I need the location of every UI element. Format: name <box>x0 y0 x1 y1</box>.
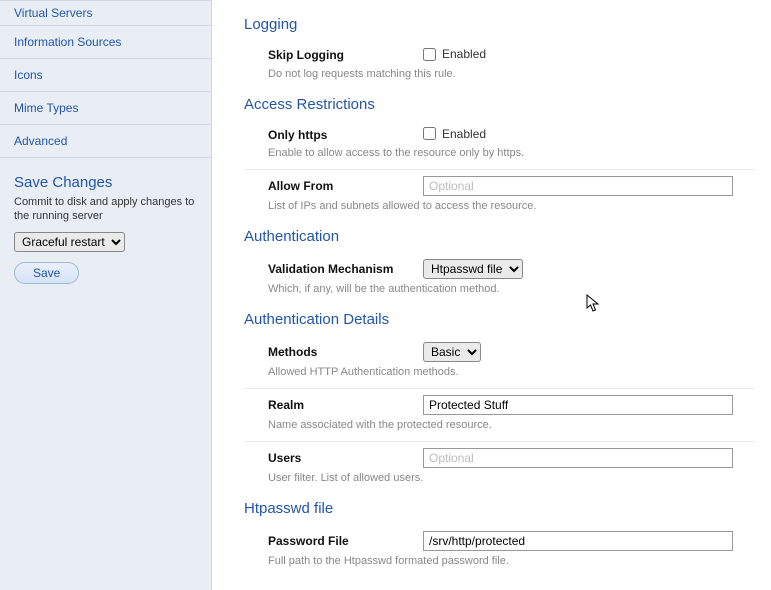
password-file-desc: Full path to the Htpasswd formated passw… <box>244 553 755 577</box>
skip-logging-desc: Do not log requests matching this rule. <box>244 66 755 90</box>
sidebar-link[interactable]: Advanced <box>14 134 67 148</box>
validation-mechanism-select[interactable]: Htpasswd file <box>423 259 523 279</box>
sidebar-item-advanced[interactable]: Advanced <box>0 125 211 158</box>
section-htpasswd: Htpasswd file <box>244 500 755 517</box>
sidebar-link[interactable]: Virtual Servers <box>14 6 92 20</box>
validation-mechanism-label: Validation Mechanism <box>268 262 423 276</box>
sidebar: Virtual Servers Information Sources Icon… <box>0 0 212 590</box>
methods-desc: Allowed HTTP Authentication methods. <box>244 364 755 388</box>
save-changes-block: Save Changes Commit to disk and apply ch… <box>0 158 211 298</box>
users-input[interactable] <box>423 448 733 468</box>
sidebar-item-virtual-servers[interactable]: Virtual Servers <box>0 0 211 26</box>
realm-desc: Name associated with the protected resou… <box>244 417 755 441</box>
allow-from-desc: List of IPs and subnets allowed to acces… <box>244 198 755 222</box>
allow-from-input[interactable] <box>423 176 733 196</box>
restart-mode-select[interactable]: Graceful restart <box>14 232 125 252</box>
only-https-checkbox[interactable] <box>423 127 436 140</box>
only-https-label: Only https <box>268 128 423 142</box>
skip-logging-checkbox[interactable] <box>423 48 436 61</box>
enabled-label: Enabled <box>442 47 486 61</box>
section-authentication: Authentication <box>244 228 755 245</box>
allow-from-label: Allow From <box>268 179 423 193</box>
methods-label: Methods <box>268 345 423 359</box>
only-https-desc: Enable to allow access to the resource o… <box>244 145 755 169</box>
sidebar-item-information-sources[interactable]: Information Sources <box>0 26 211 59</box>
section-auth-details: Authentication Details <box>244 311 755 328</box>
password-file-label: Password File <box>268 534 423 548</box>
section-logging: Logging <box>244 16 755 33</box>
realm-input[interactable] <box>423 395 733 415</box>
sidebar-link[interactable]: Mime Types <box>14 101 78 115</box>
enabled-label: Enabled <box>442 127 486 141</box>
skip-logging-label: Skip Logging <box>268 48 423 62</box>
sidebar-item-icons[interactable]: Icons <box>0 59 211 92</box>
main-content: Logging Skip Logging Enabled Do not log … <box>212 0 771 590</box>
users-desc: User filter. List of allowed users. <box>244 470 755 494</box>
section-access: Access Restrictions <box>244 96 755 113</box>
save-button[interactable]: Save <box>14 262 79 284</box>
sidebar-link[interactable]: Information Sources <box>14 35 121 49</box>
save-title: Save Changes <box>14 174 197 191</box>
users-label: Users <box>268 451 423 465</box>
password-file-input[interactable] <box>423 531 733 551</box>
sidebar-link[interactable]: Icons <box>14 68 43 82</box>
save-desc: Commit to disk and apply changes to the … <box>14 195 197 224</box>
validation-mechanism-desc: Which, if any, will be the authenticatio… <box>244 281 755 305</box>
sidebar-item-mime-types[interactable]: Mime Types <box>0 92 211 125</box>
realm-label: Realm <box>268 398 423 412</box>
methods-select[interactable]: Basic <box>423 342 481 362</box>
